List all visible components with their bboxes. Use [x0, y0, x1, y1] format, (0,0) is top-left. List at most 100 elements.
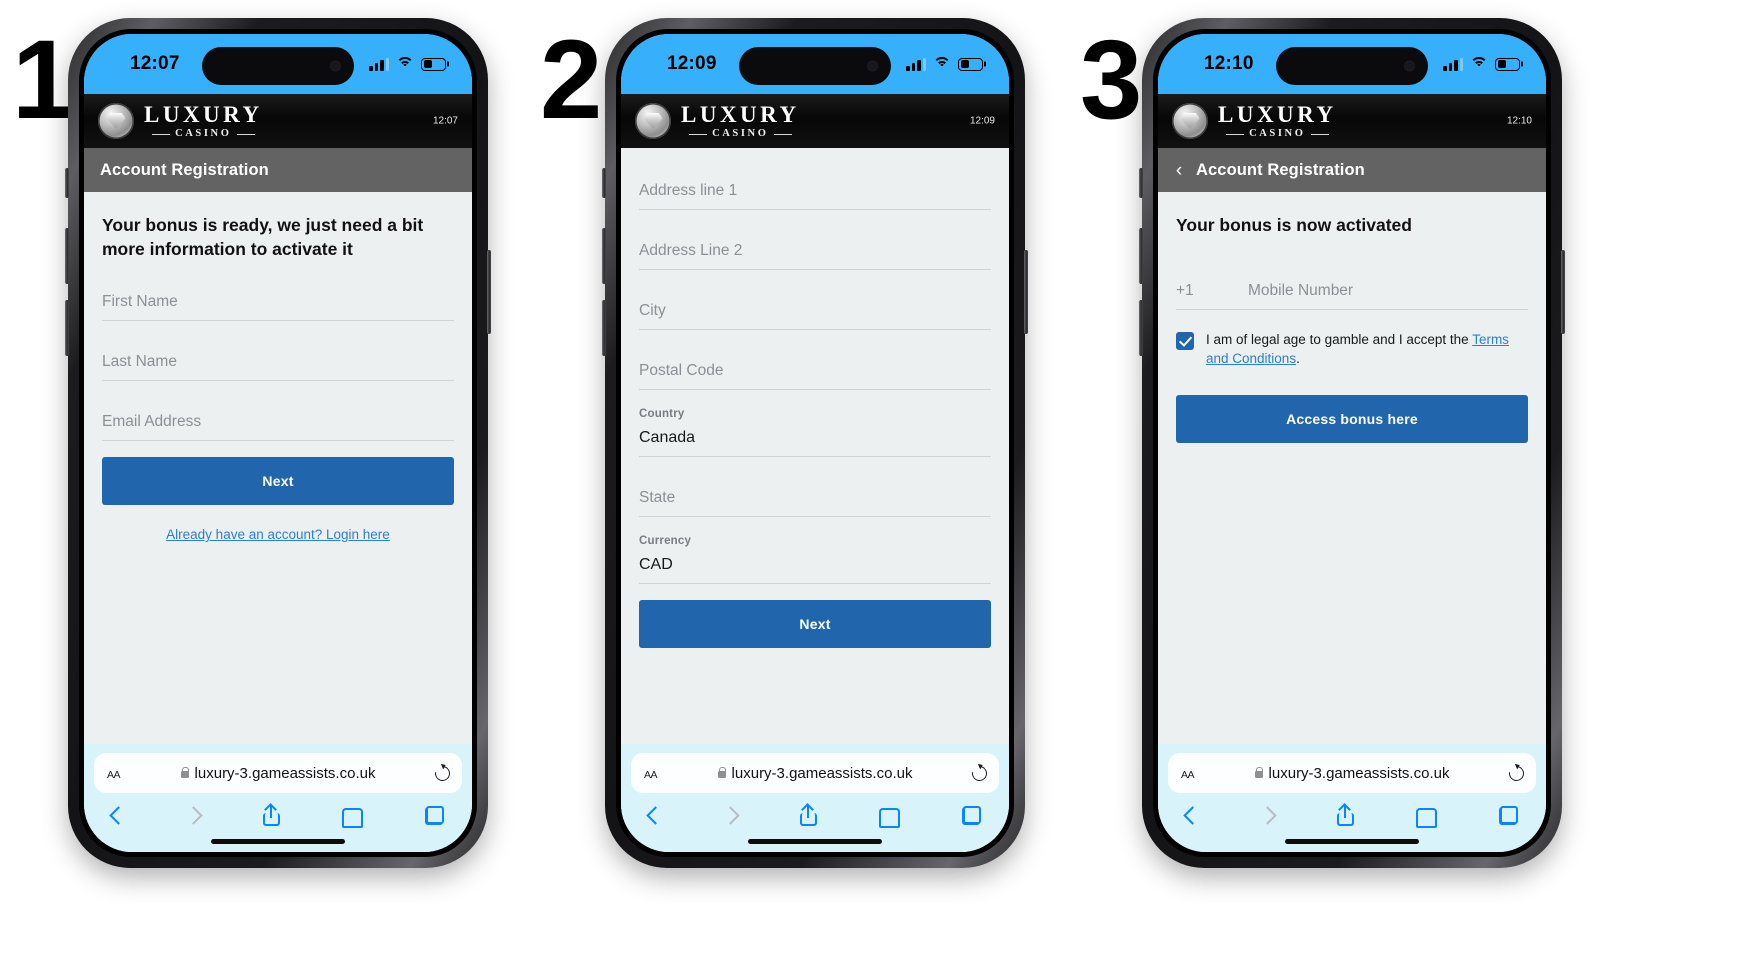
power-button[interactable] [1024, 250, 1028, 334]
city-placeholder: City [639, 302, 666, 319]
page-back-chevron-icon[interactable]: ‹ [1174, 161, 1184, 180]
home-indicator [94, 830, 462, 852]
bookmarks-button[interactable] [1415, 807, 1437, 828]
terms-row: I am of legal age to gamble and I accept… [1176, 330, 1528, 369]
reload-icon[interactable] [969, 762, 990, 784]
email-address-placeholder: Email Address [102, 413, 202, 431]
brand-rule-right [773, 133, 792, 135]
step-number-1: 1 [12, 17, 74, 142]
page-title: Account Registration [1196, 160, 1365, 179]
share-button[interactable] [262, 805, 280, 826]
text-size-button[interactable]: AA [644, 765, 658, 781]
forward-button[interactable] [721, 806, 740, 825]
next-button[interactable]: Next [639, 600, 991, 648]
state-field[interactable]: State [639, 467, 991, 517]
safari-nav-bar [1168, 793, 1536, 830]
back-button[interactable] [109, 806, 128, 825]
reload-icon[interactable] [432, 762, 453, 784]
country-code: +1 [1176, 281, 1194, 299]
address-bar[interactable]: AA luxury-3.gameassists.co.uk [631, 753, 999, 793]
tabs-button[interactable] [962, 806, 981, 825]
last-name-placeholder: Last Name [102, 353, 177, 371]
url-row: AA luxury-3.gameassists.co.uk [94, 753, 462, 793]
front-camera-icon [867, 60, 878, 72]
volume-up-button[interactable] [602, 228, 606, 284]
legal-age-checkbox[interactable] [1176, 331, 1194, 350]
mobile-number-field[interactable]: +1 Mobile Number [1176, 262, 1528, 310]
status-bar: 12:10 [1158, 34, 1546, 94]
access-bonus-button[interactable]: Access bonus here [1176, 394, 1528, 443]
address-bar[interactable]: AA luxury-3.gameassists.co.uk [1168, 753, 1536, 793]
email-address-field[interactable]: Email Address [102, 391, 454, 442]
home-indicator [631, 830, 999, 852]
silent-switch[interactable] [602, 168, 606, 198]
phone-3: 12:10 LUXURY CASINO 12:10 ‹ Account Regi… [1139, 18, 1565, 868]
volume-up-button[interactable] [65, 228, 69, 284]
screenshot-stage: 1 2 3 12:07 LUXURY CASINO 12:07 Account … [0, 0, 1745, 965]
page-title: Account Registration [100, 160, 269, 179]
status-bar: 12:09 [621, 34, 1009, 94]
silent-switch[interactable] [1139, 168, 1143, 198]
cellular-signal-icon [369, 57, 389, 71]
page-title-bar: Account Registration [84, 148, 472, 192]
currency-label: Currency [639, 535, 692, 547]
url-text: luxury-3.gameassists.co.uk [731, 764, 913, 782]
volume-down-button[interactable] [1139, 300, 1143, 356]
tabs-button[interactable] [425, 806, 444, 825]
volume-down-button[interactable] [65, 300, 69, 356]
brand-logo[interactable]: LUXURY CASINO [1172, 103, 1337, 140]
share-icon [799, 805, 817, 826]
address-line-1-field[interactable]: Address line 1 [639, 160, 991, 210]
silent-switch[interactable] [65, 168, 69, 198]
tabs-icon [425, 806, 444, 825]
brand-name-secondary: CASINO [1249, 127, 1306, 139]
text-size-button[interactable]: AA [1181, 765, 1195, 781]
next-button[interactable]: Next [102, 457, 454, 506]
bookmarks-button[interactable] [341, 807, 363, 828]
country-field[interactable]: Country Canada [639, 400, 991, 457]
login-link[interactable]: Already have an account? Login here [102, 527, 454, 542]
forward-button[interactable] [1258, 806, 1277, 825]
back-button[interactable] [646, 806, 665, 825]
back-button[interactable] [1183, 806, 1202, 825]
cellular-signal-icon [906, 57, 926, 71]
volume-down-button[interactable] [602, 300, 606, 356]
address-line-2-placeholder: Address Line 2 [639, 242, 743, 259]
forward-chevron-icon [184, 806, 203, 825]
dynamic-island [202, 47, 354, 85]
first-name-field[interactable]: First Name [102, 271, 454, 322]
address-bar[interactable]: AA luxury-3.gameassists.co.uk [94, 753, 462, 793]
brand-logo[interactable]: LUXURY CASINO [98, 103, 263, 140]
forward-button[interactable] [184, 806, 203, 825]
safari-toolbar: AA luxury-3.gameassists.co.uk [621, 744, 1009, 852]
brand-name-primary: LUXURY [681, 101, 800, 127]
text-size-button[interactable]: AA [107, 765, 121, 781]
reload-icon[interactable] [1506, 762, 1527, 784]
address-line-2-field[interactable]: Address Line 2 [639, 220, 991, 270]
site-header-time: 12:07 [432, 115, 458, 127]
city-field[interactable]: City [639, 280, 991, 330]
book-icon [878, 807, 900, 828]
share-button[interactable] [799, 805, 817, 826]
power-button[interactable] [1561, 250, 1565, 334]
brand-logo[interactable]: LUXURY CASINO [635, 103, 800, 140]
tabs-button[interactable] [1499, 806, 1518, 825]
power-button[interactable] [487, 250, 491, 334]
volume-up-button[interactable] [1139, 228, 1143, 284]
postal-code-field[interactable]: Postal Code [639, 340, 991, 390]
currency-field[interactable]: Currency CAD [639, 527, 991, 584]
brand-name-secondary: CASINO [712, 127, 769, 139]
wifi-icon [1470, 57, 1488, 71]
brand-rule-left [689, 133, 708, 135]
last-name-field[interactable]: Last Name [102, 331, 454, 382]
bookmarks-button[interactable] [878, 807, 900, 828]
diamond-icon [1172, 103, 1208, 139]
home-indicator [1168, 830, 1536, 852]
country-value: Canada [639, 429, 696, 446]
site-header: LUXURY CASINO 12:10 [1158, 94, 1546, 148]
share-button[interactable] [1336, 805, 1354, 826]
url-row: AA luxury-3.gameassists.co.uk [1168, 753, 1536, 793]
phone-2: 12:09 LUXURY CASINO 12:09 Address line 1… [602, 18, 1028, 868]
first-name-placeholder: First Name [102, 293, 178, 311]
phone-bezel: 12:09 LUXURY CASINO 12:09 Address line 1… [616, 29, 1014, 857]
